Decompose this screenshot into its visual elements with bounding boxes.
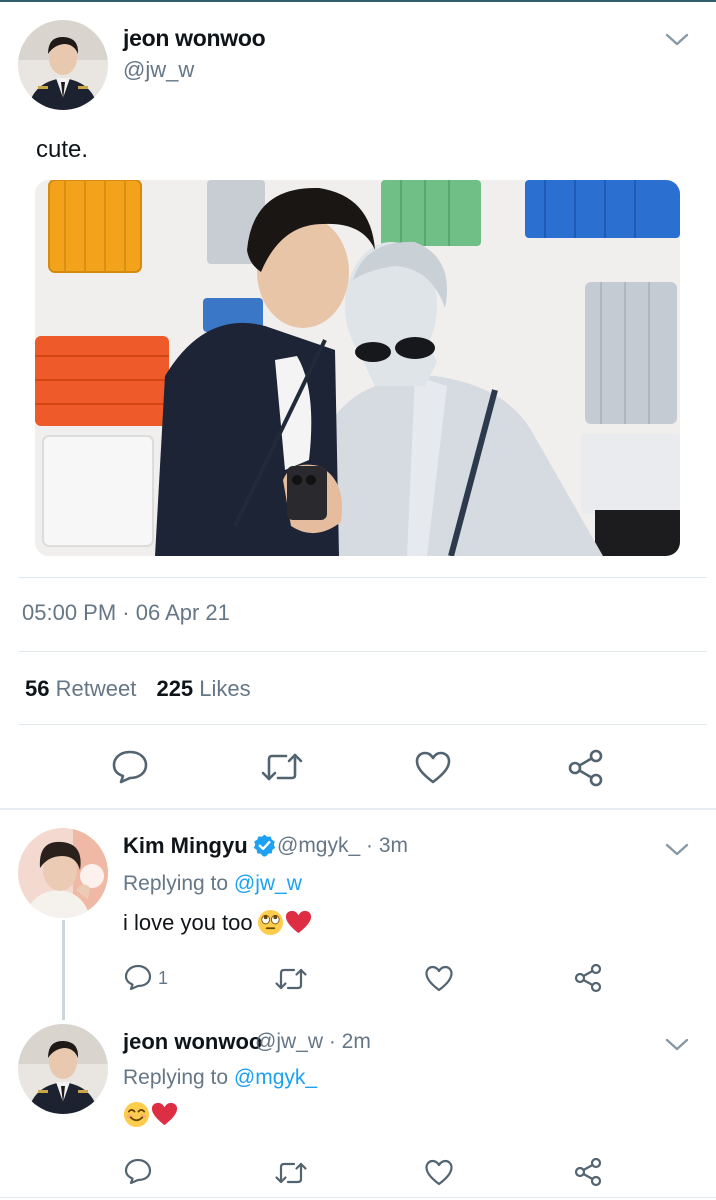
author-avatar[interactable] (18, 20, 108, 110)
reply-icon (124, 1158, 152, 1185)
reply-button[interactable] (124, 1158, 152, 1186)
tweet-photo[interactable] (35, 180, 680, 556)
author-handle[interactable]: @jw_w (123, 57, 194, 83)
reply-author-handle[interactable]: @mgyk_ (277, 834, 360, 857)
divider (0, 808, 716, 810)
reply-author-name[interactable]: Kim Mingyu (123, 833, 248, 858)
tweet-text: cute. (36, 136, 89, 163)
likes-count[interactable]: 225 (156, 676, 193, 701)
likes-label[interactable]: Likes (199, 676, 250, 701)
retweet-button[interactable] (260, 751, 304, 783)
reply-button[interactable]: 1 (124, 964, 168, 992)
thread-line (62, 920, 65, 1020)
reply-avatar[interactable] (18, 1024, 108, 1114)
reply-text-content: i love you too (123, 909, 253, 935)
share-icon (568, 749, 603, 787)
red-heart-emoji (151, 1101, 178, 1128)
replying-to: Replying to @jw_w (123, 872, 302, 896)
like-button[interactable] (425, 965, 453, 992)
reply-text (119, 1101, 178, 1128)
tweet-stats: 56 Retweet 225 Likes (25, 676, 265, 702)
replying-to-link[interactable]: @mgyk_ (234, 1066, 317, 1089)
smiling-emoji (123, 1101, 150, 1128)
reply-author-handle[interactable]: @jw_w (255, 1030, 323, 1053)
like-icon (415, 751, 451, 784)
reply-meta: @jw_w · 2m (255, 1030, 371, 1054)
red-heart-emoji (285, 909, 312, 936)
top-edge-line (0, 0, 716, 2)
share-button[interactable] (574, 1157, 603, 1187)
reply-icon (112, 750, 148, 784)
chevron-down-icon[interactable] (664, 32, 690, 48)
retweet-icon (275, 1162, 307, 1184)
like-icon (425, 965, 453, 992)
reply-time[interactable]: · 3m (366, 834, 408, 857)
tweet-timestamp[interactable]: 05:00 PM · 06 Apr 21 (22, 600, 230, 626)
like-button[interactable] (425, 1159, 453, 1186)
reply-icon (124, 964, 152, 991)
chevron-down-icon[interactable] (664, 1037, 690, 1053)
retweet-button[interactable] (274, 966, 308, 992)
divider (18, 724, 707, 725)
retweets-count[interactable]: 56 (25, 676, 49, 701)
replying-to-link[interactable]: @jw_w (234, 872, 302, 895)
like-icon (425, 1159, 453, 1186)
reply-count: 1 (158, 967, 169, 988)
reply-meta: @mgyk_ · 3m (277, 834, 408, 858)
divider (18, 577, 707, 578)
chevron-down-icon[interactable] (664, 842, 690, 858)
reply-author-name[interactable]: jeon wonwoo (123, 1029, 262, 1055)
share-icon (574, 1157, 602, 1187)
divider (0, 1197, 716, 1198)
divider (18, 651, 707, 652)
reply-author-line: Kim Mingyu (123, 833, 281, 859)
replying-to: Replying to @mgyk_ (123, 1066, 317, 1090)
share-button[interactable] (567, 749, 605, 787)
verified-badge-icon (252, 833, 277, 858)
replying-to-prefix: Replying to (123, 872, 229, 895)
retweets-label[interactable]: Retweet (56, 676, 137, 701)
reply-avatar[interactable] (18, 828, 108, 918)
retweet-icon (261, 753, 303, 781)
retweet-button[interactable] (274, 1160, 308, 1186)
reply-text: i love you too (123, 909, 312, 936)
eye-roll-emoji (257, 909, 284, 936)
like-button[interactable] (415, 751, 451, 785)
retweet-icon (275, 968, 307, 990)
replying-to-prefix: Replying to (123, 1066, 229, 1089)
reply-button[interactable] (111, 749, 149, 785)
share-icon (574, 963, 602, 993)
author-name[interactable]: jeon wonwoo (123, 25, 266, 52)
reply-time[interactable]: · 2m (329, 1030, 371, 1053)
share-button[interactable] (574, 963, 603, 993)
